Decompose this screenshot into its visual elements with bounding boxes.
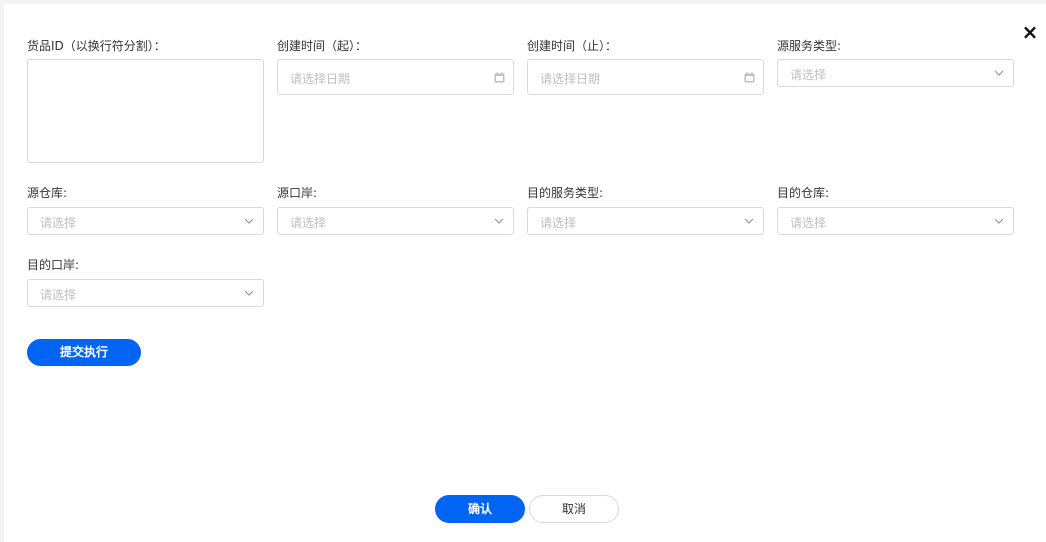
dest-warehouse-placeholder: 请选择 (790, 216, 827, 230)
dest-warehouse-select[interactable]: 请选择 (777, 207, 1014, 235)
dest-service-type-placeholder: 请选择 (540, 216, 577, 230)
chevron-down-icon (244, 290, 254, 296)
source-port-select[interactable]: 请选择 (277, 207, 514, 235)
source-port-placeholder: 请选择 (290, 216, 327, 230)
source-warehouse-label: 源仓库: (27, 186, 68, 200)
source-warehouse-placeholder: 请选择 (40, 216, 77, 230)
source-warehouse-select[interactable]: 请选择 (27, 207, 264, 235)
source-service-type-label: 源服务类型: (777, 39, 842, 53)
chevron-down-icon (494, 218, 504, 224)
item-ids-label: 货品ID（以换行符分割）： (27, 39, 166, 53)
chevron-down-icon (244, 218, 254, 224)
chevron-down-icon (994, 218, 1004, 224)
dest-port-placeholder: 请选择 (40, 288, 77, 302)
dest-service-type-label: 目的服务类型: (527, 186, 604, 200)
cancel-button[interactable]: 取消 (529, 495, 619, 523)
source-service-type-placeholder: 请选择 (790, 68, 827, 82)
dest-port-label: 目的口岸: (27, 258, 80, 272)
created-from-placeholder: 请选择日期 (290, 72, 351, 86)
source-port-label: 源口岸: (277, 186, 318, 200)
dest-port-select[interactable]: 请选择 (27, 279, 264, 307)
submit-execute-button[interactable]: 提交执行 (27, 339, 141, 366)
dest-warehouse-label: 目的仓库: (777, 186, 830, 200)
created-to-label: 创建时间（止）： (527, 39, 618, 53)
close-icon[interactable]: × (1020, 22, 1040, 42)
calendar-icon (744, 72, 755, 83)
created-from-datepicker[interactable]: 请选择日期 (277, 59, 514, 95)
dest-service-type-select[interactable]: 请选择 (527, 207, 764, 235)
created-to-datepicker[interactable]: 请选择日期 (527, 59, 764, 95)
created-to-placeholder: 请选择日期 (540, 72, 601, 86)
confirm-button[interactable]: 确认 (435, 495, 525, 523)
source-service-type-select[interactable]: 请选择 (777, 59, 1014, 87)
calendar-icon (494, 72, 505, 83)
chevron-down-icon (744, 218, 754, 224)
chevron-down-icon (994, 70, 1004, 76)
batch-query-dialog: × 货品ID（以换行符分割）： 创建时间（起）： 请选择日期 创建时间（止）： … (4, 4, 1046, 542)
created-from-label: 创建时间（起）： (277, 39, 368, 53)
item-ids-textarea[interactable] (27, 59, 264, 163)
